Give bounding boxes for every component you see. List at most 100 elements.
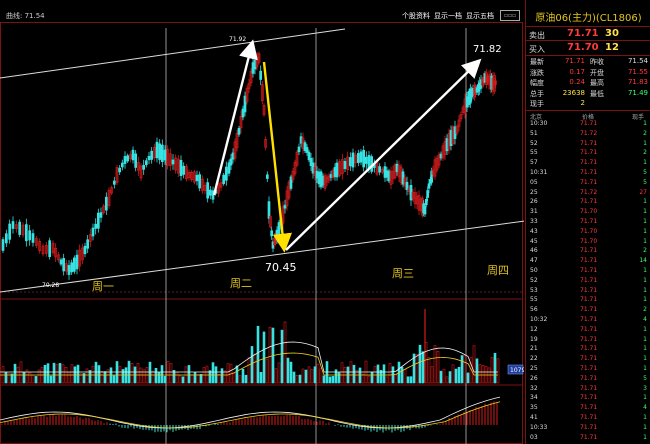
candle-body: [224, 166, 228, 181]
volume-bar: [382, 364, 386, 384]
candle-body: [267, 201, 271, 219]
volume-bar: [388, 363, 392, 384]
volume-bar: [292, 371, 296, 384]
candle-body: [48, 240, 52, 258]
stock-info-link[interactable]: 个股资料: [402, 11, 430, 21]
volume-bar: [481, 365, 485, 384]
volume-bar: [286, 357, 290, 384]
tick-volume: 1: [643, 227, 647, 235]
volume-bar: [121, 369, 125, 384]
candle-body: [75, 254, 79, 270]
tick-volume: 1: [643, 286, 647, 294]
tick-time: 57: [530, 159, 538, 167]
tick-price: 71.71: [580, 267, 598, 274]
volume-bar: [358, 367, 362, 384]
volume-bar: [454, 368, 458, 384]
candle-body: [120, 162, 124, 168]
volume-bar: [262, 331, 266, 384]
tick-time: 51: [530, 129, 538, 137]
stat-value: 71.49: [627, 88, 648, 97]
volume-bar: [283, 321, 287, 384]
tick-time: 25: [530, 365, 538, 372]
volume-bar: [175, 371, 179, 384]
tick-volume: 1: [643, 218, 647, 225]
volume-bar: [118, 365, 122, 384]
tick-volume: 2: [643, 247, 647, 255]
volume-bar: [52, 362, 56, 384]
window-controls[interactable]: ▫▫▫: [500, 10, 520, 21]
candlestick-chart-area[interactable]: 71.82 70.45 70.28 71.92 周一 周二 周三 周四 1079 曲线: 71.…: [0, 0, 524, 444]
volume-bar: [463, 355, 467, 384]
volume-bar: [217, 373, 221, 384]
volume-bar: [493, 352, 497, 384]
candle-body: [28, 230, 32, 241]
candle-body: [305, 147, 309, 153]
tick-volume: 1: [643, 296, 647, 304]
candle-body: [351, 152, 355, 168]
up-arrow: [212, 39, 258, 196]
tick-price: 71.70: [580, 208, 598, 216]
volume-bar: [55, 364, 59, 384]
candle-body: [134, 153, 138, 168]
indicator-readout: 曲线: 71.54: [6, 12, 45, 20]
show-level5-link[interactable]: 显示五档: [466, 11, 494, 21]
candle-body: [237, 128, 241, 135]
divider: [526, 40, 650, 41]
tick-time: 47: [530, 257, 538, 265]
volume-bar: [235, 365, 239, 384]
volume-bar: [112, 375, 116, 384]
volume-bar: [487, 367, 491, 384]
volume-bar: [409, 376, 413, 384]
candle-body: [182, 165, 186, 175]
candle-body: [423, 205, 427, 215]
divider: [526, 55, 650, 56]
volume-bar: [430, 366, 434, 384]
tick-price: 71.71: [580, 306, 598, 314]
mid-high-label: 71.92: [229, 36, 246, 43]
volume-bar: [49, 375, 53, 384]
tick-price: 71.72: [580, 188, 598, 196]
candle-body: [72, 257, 76, 272]
tick-time: 34: [530, 394, 538, 402]
tick-time: 10:30: [530, 120, 548, 127]
candle-body: [104, 196, 108, 211]
volume-bar: [253, 353, 257, 384]
tick-price: 71.71: [580, 325, 598, 333]
show-level1-link[interactable]: 显示一档: [434, 11, 462, 21]
candle-body: [348, 157, 352, 167]
tick-price: 71.71: [580, 178, 598, 186]
contract-title: 原油06(主力)(CL1806): [535, 13, 642, 24]
tick-volume: 1: [643, 433, 647, 441]
volume-bar: [451, 364, 455, 384]
volume-bar: [22, 371, 26, 384]
tick-price: 71.71: [580, 384, 598, 392]
stat-value: 71.54: [627, 57, 648, 65]
kline-chart[interactable]: 71.82 70.45 70.28 71.92 周一 周二 周三 周四 1079: [0, 0, 524, 444]
candle-body: [426, 190, 430, 198]
candle-body: [222, 174, 226, 184]
candle-body: [171, 159, 175, 165]
tick-volume: 1: [643, 335, 647, 343]
tick-price: 71.71: [580, 404, 598, 412]
volume-bar: [367, 375, 371, 384]
volume-bar: [67, 371, 71, 384]
volume-bar: [13, 363, 17, 384]
tick-time: 33: [530, 218, 538, 225]
tick-price: 71.71: [580, 169, 598, 176]
candle-body: [4, 233, 8, 244]
volume-bar: [211, 362, 215, 384]
volume-bar: [34, 376, 38, 384]
tick-price: 71.71: [580, 198, 598, 206]
stat-label: 总手: [530, 89, 544, 98]
stat-label: 最低: [590, 89, 604, 98]
candle-body: [18, 221, 22, 235]
tick-price: 71.71: [580, 345, 598, 353]
tick-volume: 2: [643, 306, 647, 314]
tick-price: 71.71: [580, 257, 598, 265]
volume-bar: [289, 361, 293, 384]
tick-price: 71.71: [580, 149, 598, 157]
candle-body: [1, 239, 5, 251]
candle-body: [144, 160, 148, 165]
candle-body: [265, 174, 269, 179]
volume-bar: [148, 361, 152, 384]
